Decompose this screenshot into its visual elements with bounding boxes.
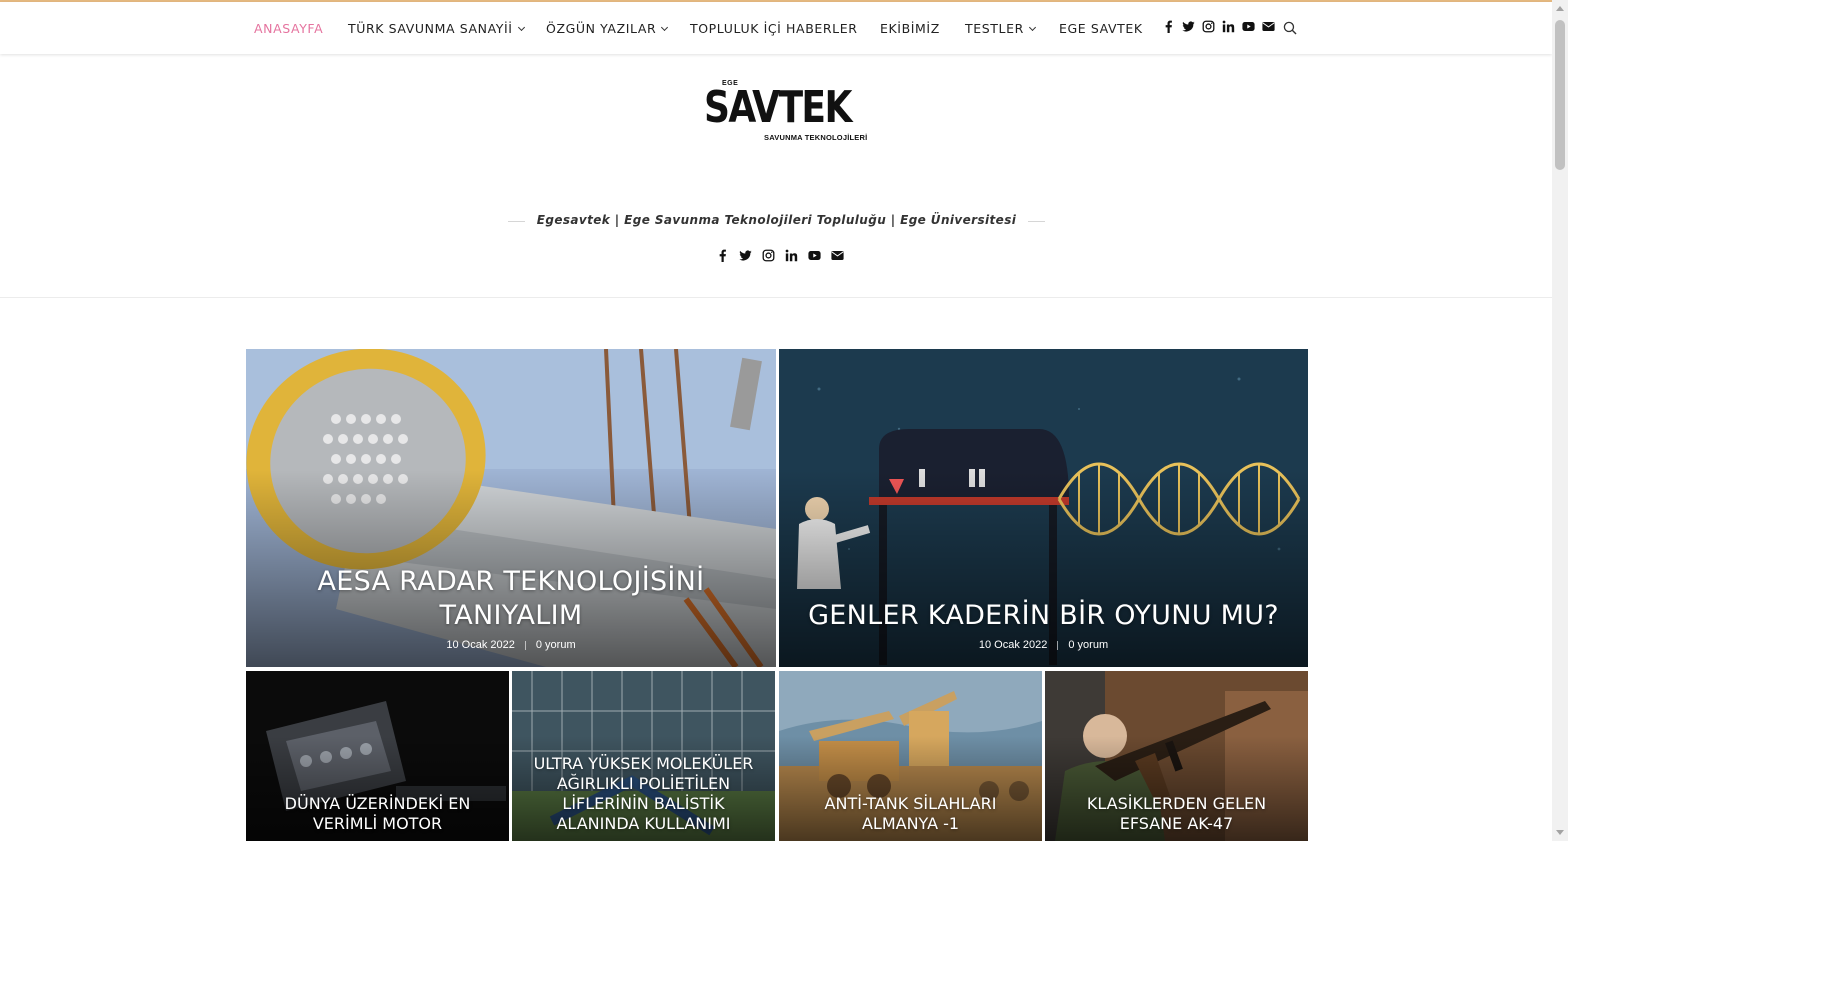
post-title[interactable]: GENLER KADERİN BİR OYUNU MU? (799, 599, 1288, 633)
linkedin-icon[interactable] (1222, 20, 1235, 33)
facebook-icon[interactable] (716, 249, 729, 262)
post-comments[interactable]: 0 yorum (1068, 639, 1108, 651)
envelope-icon[interactable] (831, 249, 844, 262)
nav-item-testler[interactable]: TESTLER (965, 21, 1036, 36)
post-title[interactable]: ANTİ-TANK SİLAHLARI ALMANYA -1 (799, 794, 1022, 834)
nav-label: TOPLULUK İÇİ HABERLER (690, 21, 858, 36)
envelope-icon[interactable] (1262, 20, 1275, 33)
post-card[interactable]: ANTİ-TANK SİLAHLARI ALMANYA -1 (779, 671, 1042, 841)
logo-sub-text: SAVUNMA TEKNOLOJİLERİ (764, 133, 868, 142)
header-divider (0, 297, 1552, 298)
twitter-icon[interactable] (739, 249, 752, 262)
nav-item-ozgun-yazilar[interactable]: ÖZGÜN YAZILAR (546, 21, 669, 36)
post-title[interactable]: DÜNYA ÜZERİNDEKİ EN VERİMLİ MOTOR (266, 794, 489, 834)
chevron-down-icon (661, 23, 669, 32)
search-icon[interactable] (1283, 21, 1297, 35)
chevron-down-icon (1028, 23, 1036, 32)
site-logo[interactable]: EGE SAVTEK SAVUNMA TEKNOLOJİLERİ (704, 80, 867, 146)
instagram-icon[interactable] (762, 249, 775, 262)
main-navbar: ANASAYFA TÜRK SAVUNMA SANAYİİ ÖZGÜN YAZI… (0, 2, 1552, 54)
header-social-icons (716, 249, 844, 262)
twitter-icon[interactable] (1182, 20, 1195, 33)
featured-post-card[interactable]: GENLER KADERİN BİR OYUNU MU? 10 Ocak 202… (779, 349, 1308, 667)
post-title[interactable]: ULTRA YÜKSEK MOLEKÜLER AĞIRLIKLI POLİETİ… (532, 754, 755, 834)
youtube-icon[interactable] (808, 249, 821, 262)
post-card[interactable]: DÜNYA ÜZERİNDEKİ EN VERİMLİ MOTOR (246, 671, 509, 841)
logo-main-text: SAVTEK (704, 82, 852, 133)
meta-separator (524, 640, 526, 650)
scroll-up-arrow[interactable] (1556, 6, 1564, 11)
nav-label: ANASAYFA (254, 21, 324, 36)
nav-social-icons (1162, 20, 1275, 33)
meta-separator (1057, 640, 1059, 650)
nav-label: EGE SAVTEK (1059, 21, 1143, 36)
post-date: 10 Ocak 2022 (446, 639, 515, 651)
scroll-down-arrow[interactable] (1556, 830, 1564, 835)
nav-label: ÖZGÜN YAZILAR (546, 21, 657, 36)
page-scrollbar[interactable] (1552, 0, 1568, 841)
post-comments[interactable]: 0 yorum (536, 639, 576, 651)
nav-label: TESTLER (965, 21, 1024, 36)
youtube-icon[interactable] (1242, 20, 1255, 33)
linkedin-icon[interactable] (785, 249, 798, 262)
post-card[interactable]: ULTRA YÜKSEK MOLEKÜLER AĞIRLIKLI POLİETİ… (512, 671, 775, 841)
post-card[interactable]: KLASİKLERDEN GELEN EFSANE AK-47 (1045, 671, 1308, 841)
post-date: 10 Ocak 2022 (978, 639, 1048, 651)
post-title[interactable]: KLASİKLERDEN GELEN EFSANE AK-47 (1065, 794, 1288, 834)
nav-item-ege-savtek[interactable]: EGE SAVTEK (1059, 21, 1143, 36)
site-tagline: Egesavtek | Ege Savunma Teknolojileri To… (524, 213, 1029, 227)
instagram-icon[interactable] (1202, 20, 1215, 33)
nav-item-anasayfa[interactable]: ANASAYFA (254, 21, 323, 36)
scrollbar-thumb[interactable] (1555, 20, 1565, 170)
nav-item-topluluk-ici-haberler[interactable]: TOPLULUK İÇİ HABERLER (690, 21, 858, 36)
post-meta: 10 Ocak 2022 0 yorum (246, 639, 776, 651)
nav-label: TÜRK SAVUNMA SANAYİİ (348, 21, 513, 36)
featured-post-card[interactable]: AESA RADAR TEKNOLOJİSİNİ TANIYALIM 10 Oc… (246, 349, 776, 667)
post-title[interactable]: AESA RADAR TEKNOLOJİSİNİ TANIYALIM (266, 565, 756, 633)
nav-item-ekibimiz[interactable]: EKİBİMİZ (880, 21, 940, 36)
image-overlay (779, 469, 1308, 667)
site-tagline-block: Egesavtek | Ege Savunma Teknolojileri To… (508, 212, 1045, 232)
post-meta: 10 Ocak 2022 0 yorum (779, 639, 1308, 651)
nav-label: EKİBİMİZ (880, 21, 940, 36)
nav-item-turk-savunma-sanayii[interactable]: TÜRK SAVUNMA SANAYİİ (348, 21, 525, 36)
chevron-down-icon (517, 23, 525, 32)
facebook-icon[interactable] (1162, 20, 1175, 33)
